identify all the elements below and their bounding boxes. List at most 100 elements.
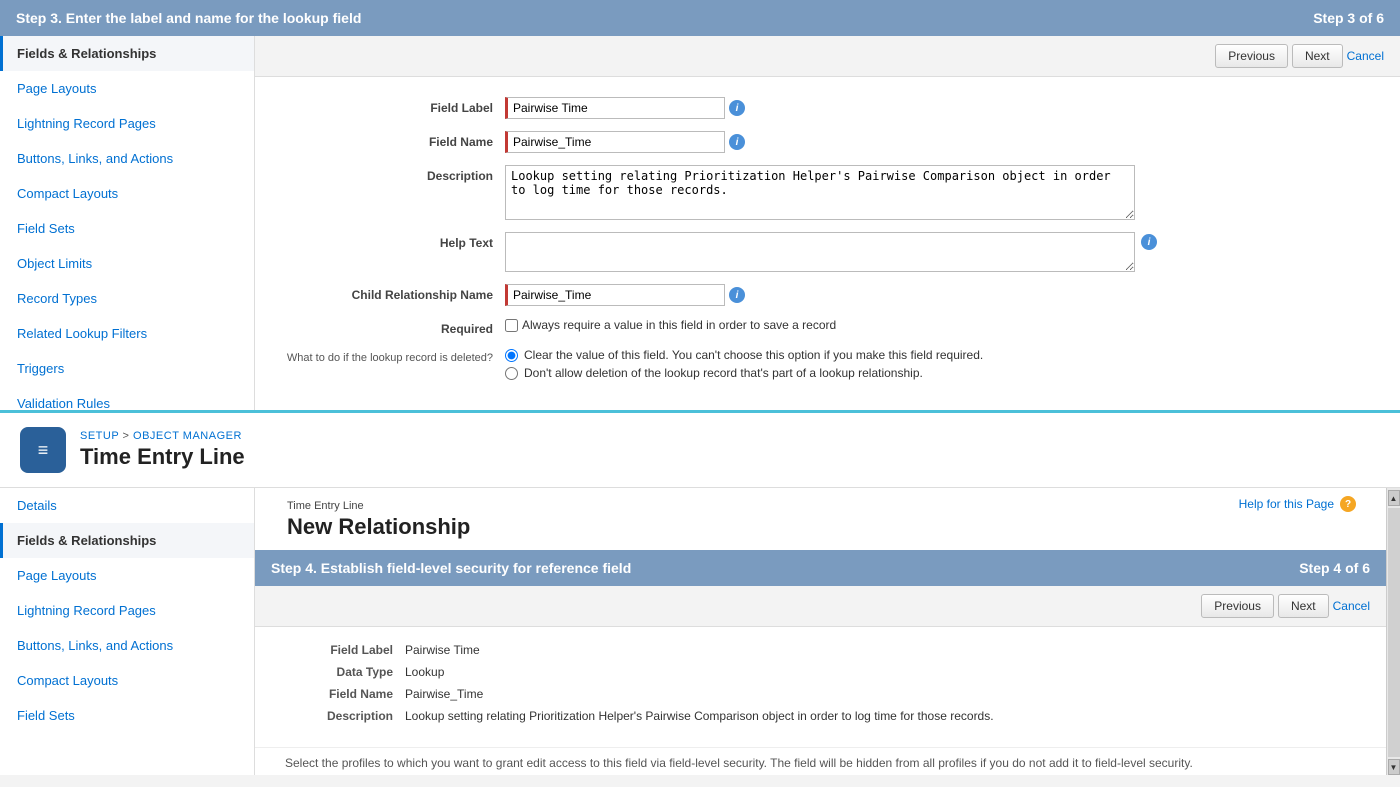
sidebar-field-sets[interactable]: Field Sets [0, 698, 254, 733]
field-label-label: Field Label [285, 97, 505, 115]
bottom-field-label-value: Pairwise Time [405, 643, 480, 657]
step4-header: Step 4. Establish field-level security f… [255, 550, 1386, 586]
sidebar-compact-layouts[interactable]: Compact Layouts [0, 663, 254, 698]
help-text-label: Help Text [285, 232, 505, 250]
bottom-description-label: Description [285, 709, 405, 723]
sidebar-item-page-layouts[interactable]: Page Layouts [0, 71, 254, 106]
bottom-description-row: Description Lookup setting relating Prio… [285, 709, 1356, 723]
object-icon: ≡ [20, 427, 66, 473]
scroll-up-button[interactable]: ▲ [1388, 490, 1400, 506]
bottom-next-button[interactable]: Next [1278, 594, 1329, 618]
bottom-content: Time Entry Line New Relationship Help fo… [255, 488, 1386, 775]
radio-no-delete-label: Don't allow deletion of the lookup recor… [524, 366, 923, 380]
description-label: Description [285, 165, 505, 183]
object-header: ≡ SETUP > OBJECT MANAGER Time Entry Line [0, 410, 1400, 488]
child-rel-name-input-wrap: i [505, 284, 745, 306]
bottom-previous-button[interactable]: Previous [1201, 594, 1274, 618]
sidebar-item-field-sets[interactable]: Field Sets [0, 211, 254, 246]
help-text-info-icon[interactable]: i [1141, 234, 1157, 250]
radio-no-delete-item[interactable]: Don't allow deletion of the lookup recor… [505, 366, 983, 380]
sidebar-item-record-types[interactable]: Record Types [0, 281, 254, 316]
top-next-button[interactable]: Next [1292, 44, 1343, 68]
step3-header: Step 3. Enter the label and name for the… [0, 0, 1400, 36]
step4-title: Step 4. Establish field-level security f… [271, 560, 631, 576]
bottom-content-wrap: Time Entry Line New Relationship Help fo… [255, 488, 1400, 775]
breadcrumb-setup[interactable]: SETUP [80, 430, 119, 442]
field-name-info-icon[interactable]: i [729, 134, 745, 150]
top-previous-button[interactable]: Previous [1215, 44, 1288, 68]
bottom-toolbar: Previous Next Cancel [255, 586, 1386, 627]
scrollbar: ▲ ▼ [1386, 488, 1400, 775]
radio-no-delete[interactable] [505, 367, 518, 380]
field-label-input[interactable] [505, 97, 725, 119]
child-rel-name-label: Child Relationship Name [285, 284, 505, 302]
sidebar-item-buttons-links-actions[interactable]: Buttons, Links, and Actions [0, 141, 254, 176]
help-text-row: Help Text i [285, 232, 1370, 272]
bottom-pane: Details Fields & Relationships Page Layo… [0, 488, 1400, 775]
bottom-data-type-row: Data Type Lookup [285, 665, 1356, 679]
bottom-cancel-button[interactable]: Cancel [1333, 594, 1370, 618]
child-rel-name-info-icon[interactable]: i [729, 287, 745, 303]
security-note: Select the profiles to which you want to… [255, 747, 1386, 775]
sidebar-item-compact-layouts[interactable]: Compact Layouts [0, 176, 254, 211]
breadcrumb-object-manager[interactable]: OBJECT MANAGER [133, 430, 242, 442]
bottom-sidebar: Details Fields & Relationships Page Layo… [0, 488, 255, 775]
field-label-input-wrap: i [505, 97, 745, 119]
top-cancel-button[interactable]: Cancel [1347, 44, 1384, 68]
scroll-thumb[interactable] [1388, 508, 1400, 757]
object-icon-symbol: ≡ [38, 440, 49, 461]
deleted-radio-group: Clear the value of this field. You can't… [505, 348, 983, 380]
field-name-label: Field Name [285, 131, 505, 149]
sidebar-item-validation-rules[interactable]: Validation Rules [0, 386, 254, 410]
field-label-info-icon[interactable]: i [729, 100, 745, 116]
help-link[interactable]: Help for this Page [1239, 497, 1334, 511]
sidebar-item-lightning-record-pages[interactable]: Lightning Record Pages [0, 106, 254, 141]
required-checkbox-label: Always require a value in this field in … [522, 318, 836, 332]
step3-label: Step 3 of 6 [1313, 10, 1384, 26]
object-breadcrumb: SETUP > OBJECT MANAGER [80, 430, 245, 442]
required-row: Required Always require a value in this … [285, 318, 1370, 336]
bottom-field-label-row: Field Label Pairwise Time [285, 643, 1356, 657]
top-main-content: Previous Next Cancel Field Label i [255, 36, 1400, 410]
description-row: Description Lookup setting relating Prio… [285, 165, 1370, 220]
top-toolbar: Previous Next Cancel [255, 36, 1400, 77]
bottom-field-label-label: Field Label [285, 643, 405, 657]
child-rel-name-input[interactable] [505, 284, 725, 306]
step3-title: Step 3. Enter the label and name for the… [16, 10, 361, 26]
bottom-data-type-label: Data Type [285, 665, 405, 679]
sidebar-item-fields-relationships[interactable]: Fields & Relationships [0, 36, 254, 71]
radio-clear-label: Clear the value of this field. You can't… [524, 348, 983, 362]
sidebar-lightning-record-pages[interactable]: Lightning Record Pages [0, 593, 254, 628]
sidebar-page-layouts[interactable]: Page Layouts [0, 558, 254, 593]
bottom-title: New Relationship [271, 512, 1370, 550]
radio-clear[interactable] [505, 349, 518, 362]
deleted-row: What to do if the lookup record is delet… [285, 348, 1370, 380]
bottom-field-name-row: Field Name Pairwise_Time [285, 687, 1356, 701]
bottom-description-value: Lookup setting relating Prioritization H… [405, 709, 994, 723]
help-link-area: Help for this Page ? [1239, 496, 1356, 512]
bottom-data-type-value: Lookup [405, 665, 444, 679]
bottom-header-area: Time Entry Line New Relationship Help fo… [255, 488, 1386, 550]
sidebar-details[interactable]: Details [0, 488, 254, 523]
required-label: Required [285, 318, 505, 336]
help-text-textarea[interactable] [505, 232, 1135, 272]
deleted-label-text: What to do if the lookup record is delet… [287, 352, 493, 364]
sidebar-item-object-limits[interactable]: Object Limits [0, 246, 254, 281]
deleted-label: What to do if the lookup record is delet… [285, 348, 505, 364]
required-checkbox[interactable] [505, 319, 518, 332]
sidebar-fields-relationships[interactable]: Fields & Relationships [0, 523, 254, 558]
bottom-form-area: Field Label Pairwise Time Data Type Look… [255, 627, 1386, 747]
help-icon: ? [1340, 496, 1356, 512]
object-info: SETUP > OBJECT MANAGER Time Entry Line [80, 430, 245, 470]
field-name-input[interactable] [505, 131, 725, 153]
sidebar-item-triggers[interactable]: Triggers [0, 351, 254, 386]
field-label-row: Field Label i [285, 97, 1370, 119]
bottom-breadcrumb: Time Entry Line [271, 494, 1370, 512]
required-input-wrap: Always require a value in this field in … [505, 318, 836, 332]
child-rel-name-row: Child Relationship Name i [285, 284, 1370, 306]
sidebar-item-related-lookup-filters[interactable]: Related Lookup Filters [0, 316, 254, 351]
radio-clear-item[interactable]: Clear the value of this field. You can't… [505, 348, 983, 362]
description-textarea[interactable]: Lookup setting relating Prioritization H… [505, 165, 1135, 220]
scroll-down-button[interactable]: ▼ [1388, 759, 1400, 775]
sidebar-buttons-links-actions[interactable]: Buttons, Links, and Actions [0, 628, 254, 663]
